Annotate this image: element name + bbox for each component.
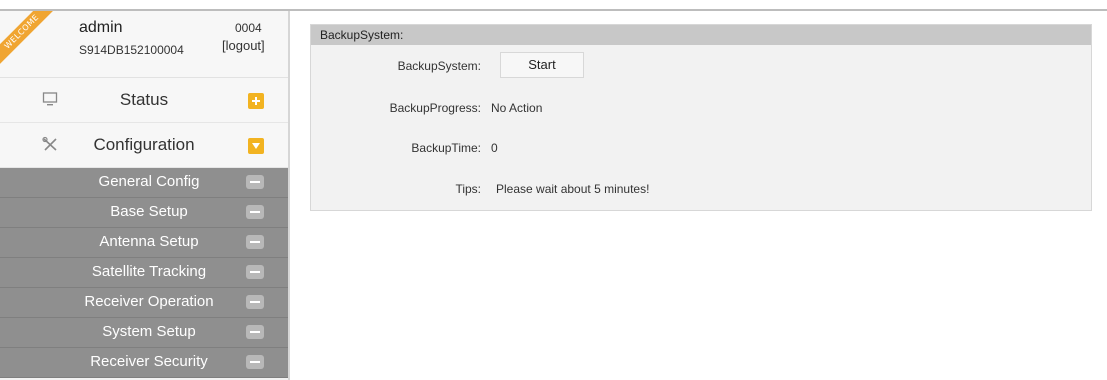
panel-title: BackupSystem: [320,28,404,42]
backup-progress-value: No Action [491,101,543,115]
logout-link[interactable]: [logout] [222,38,265,53]
backup-system-label: BackupSystem: [397,59,481,73]
menu-label-status: Status [119,90,169,109]
menu-item-status[interactable]: Status [0,78,288,123]
user-id: 0004 [235,21,262,35]
welcome-ribbon-text: WELCOME [0,11,59,69]
expand-plus-icon[interactable] [248,93,264,109]
minus-icon [246,205,264,219]
tips-label: Tips: [455,182,481,196]
submenu-item-receiver-operation[interactable]: Receiver Operation [0,288,288,318]
submenu-item-satellite-tracking[interactable]: Satellite Tracking [0,258,288,288]
sidebar-divider [288,11,290,380]
submenu-item-receiver-security[interactable]: Receiver Security [0,348,288,378]
menu-label-configuration: Configuration [93,135,195,154]
backup-time-label: BackupTime: [411,141,481,155]
menu-item-configuration[interactable]: Configuration [0,123,288,168]
submenu-item-general-config[interactable]: General Config [0,168,288,198]
minus-icon [246,265,264,279]
minus-icon [246,295,264,309]
username: admin [79,19,123,36]
minus-icon [246,355,264,369]
device-serial: S914DB152100004 [79,43,184,57]
backup-progress-label: BackupProgress: [389,101,481,115]
backup-system-panel: BackupSystem: BackupSystem: Start Backup… [310,24,1092,211]
sidebar: WELCOME admin S914DB152100004 0004 [logo… [0,11,288,380]
welcome-ribbon: WELCOME [0,11,60,71]
panel-header: BackupSystem: [311,25,1091,45]
user-panel: WELCOME admin S914DB152100004 0004 [logo… [0,11,288,78]
start-backup-button[interactable]: Start [500,52,584,78]
minus-icon [246,325,264,339]
minus-icon [246,175,264,189]
collapse-arrow-icon[interactable] [248,138,264,154]
minus-icon [246,235,264,249]
submenu-item-base-setup[interactable]: Base Setup [0,198,288,228]
submenu-item-antenna-setup[interactable]: Antenna Setup [0,228,288,258]
tips-value: Please wait about 5 minutes! [496,182,650,196]
submenu-item-system-setup[interactable]: System Setup [0,318,288,348]
backup-time-value: 0 [491,141,498,155]
